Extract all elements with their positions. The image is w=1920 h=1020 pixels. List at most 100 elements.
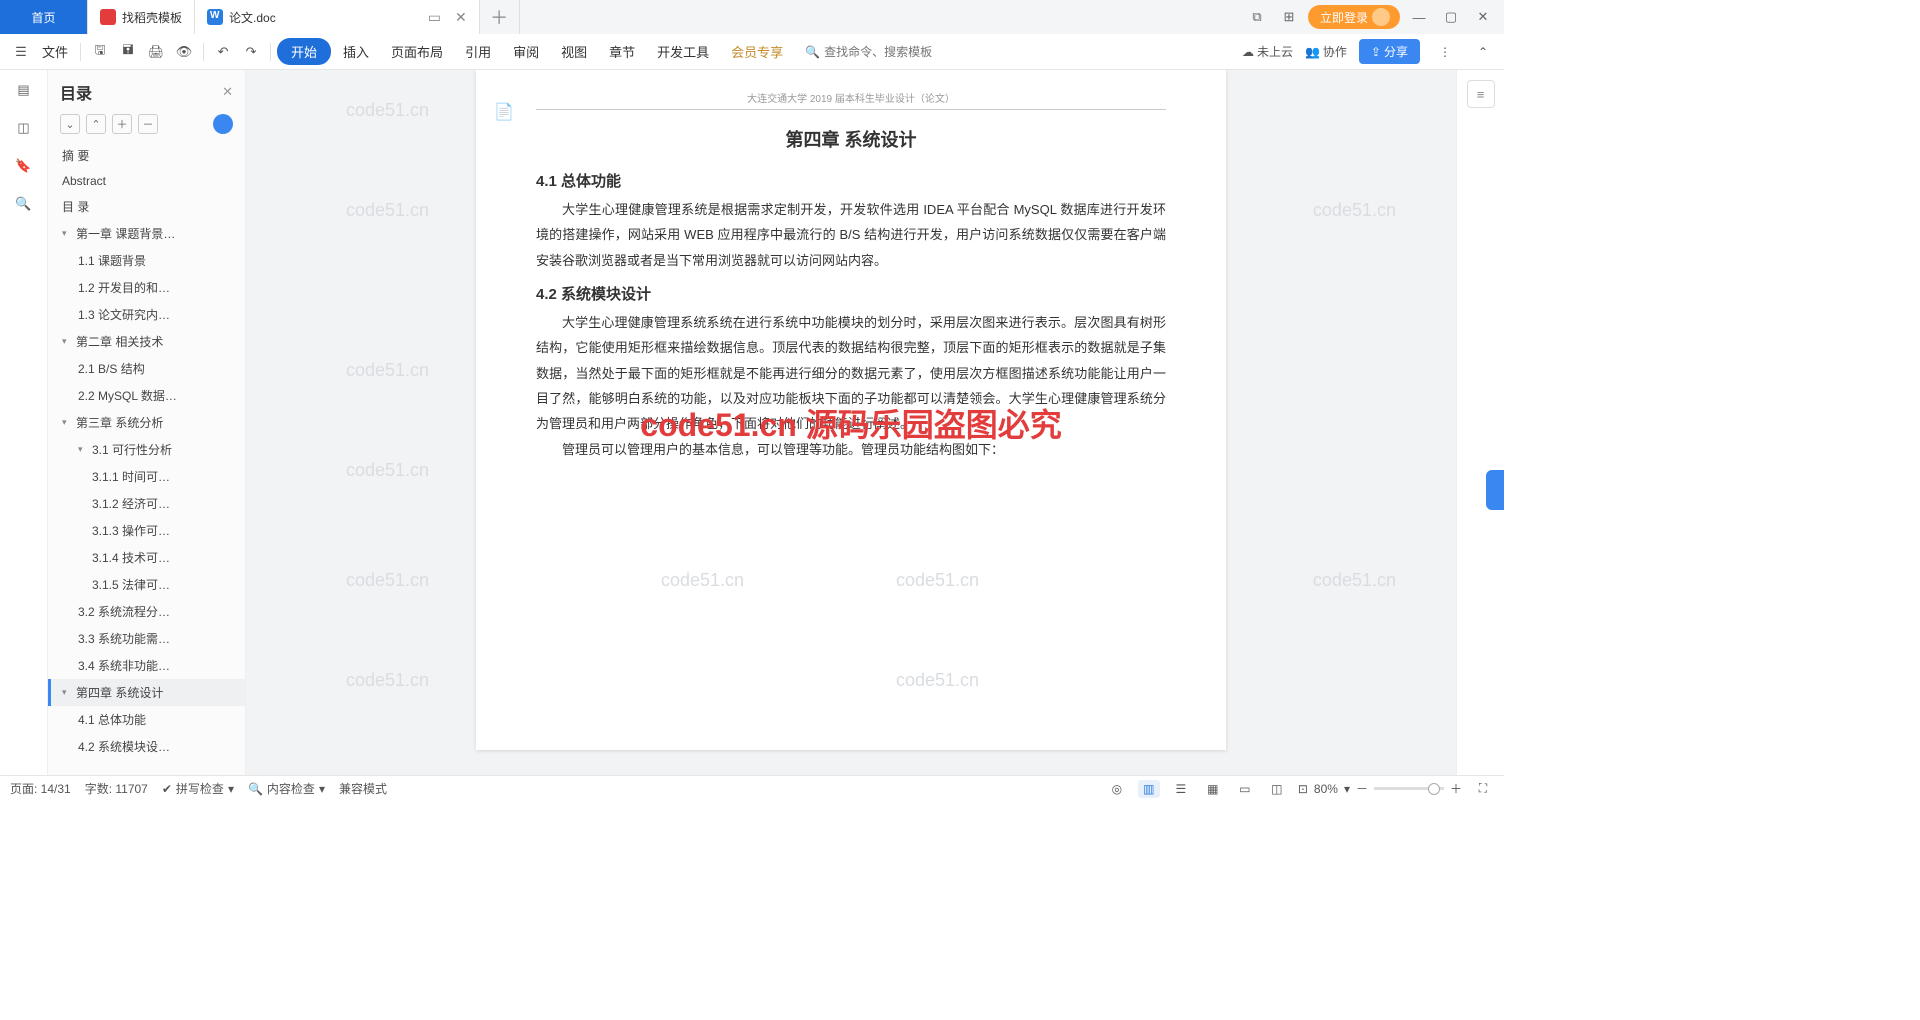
- menu-devtools[interactable]: 开发工具: [647, 38, 719, 65]
- saveas-icon[interactable]: 🖬: [115, 39, 141, 65]
- focus-mode-icon[interactable]: ◎: [1106, 780, 1128, 798]
- nav-rail-icon[interactable]: ◫: [14, 118, 34, 138]
- menu-layout[interactable]: 页面布局: [381, 38, 453, 65]
- word-count[interactable]: 字数: 11707: [85, 780, 148, 797]
- content-review[interactable]: 🔍内容检查▾: [248, 780, 325, 797]
- zoom-slider[interactable]: [1374, 787, 1444, 790]
- collapse-ribbon-icon[interactable]: ⌃: [1470, 39, 1496, 65]
- undo-icon[interactable]: ↶: [210, 39, 236, 65]
- toc-item[interactable]: 1.3 论文研究内…: [48, 301, 245, 328]
- layout-icon[interactable]: ⧉: [1244, 4, 1270, 30]
- remove-item-icon[interactable]: －: [138, 114, 158, 134]
- expand-all-icon[interactable]: ⌃: [86, 114, 106, 134]
- menu-vip[interactable]: 会员专享: [721, 38, 793, 65]
- cloud-status[interactable]: ☁未上云: [1242, 43, 1293, 60]
- menu-start[interactable]: 开始: [277, 38, 331, 65]
- toc-item[interactable]: 1.2 开发目的和…: [48, 274, 245, 301]
- outline-toolbar: ⌄ ⌃ ＋ －: [48, 110, 245, 142]
- read-view-icon[interactable]: ▭: [1234, 780, 1256, 798]
- tab-home[interactable]: 首页: [0, 0, 88, 34]
- bookmark-rail-icon[interactable]: 🔖: [14, 156, 34, 176]
- fullscreen-icon[interactable]: ⛶: [1472, 780, 1494, 798]
- zoom-fit-icon[interactable]: ⊡: [1298, 782, 1308, 796]
- toc-label: 3.1.1 时间可…: [92, 468, 170, 485]
- toc-item[interactable]: 3.1.5 法律可…: [48, 571, 245, 598]
- toc-item[interactable]: ▾第四章 系统设计: [48, 679, 245, 706]
- file-menu[interactable]: 文件: [36, 42, 74, 61]
- panel-toggle-icon[interactable]: ≡: [1467, 80, 1495, 108]
- save-icon[interactable]: 🖫: [87, 39, 113, 65]
- hamburger-icon[interactable]: ☰: [8, 39, 34, 65]
- preview-icon[interactable]: 👁: [171, 39, 197, 65]
- toc-item[interactable]: 3.1.1 时间可…: [48, 463, 245, 490]
- command-search[interactable]: 🔍: [805, 45, 944, 59]
- toc-item[interactable]: ▾第二章 相关技术: [48, 328, 245, 355]
- toc-label: 4.2 系统模块设…: [78, 738, 170, 755]
- toc-item[interactable]: ▾3.1 可行性分析: [48, 436, 245, 463]
- toc-label: 3.1 可行性分析: [92, 441, 172, 458]
- web-view-icon[interactable]: ▦: [1202, 780, 1224, 798]
- toc-item[interactable]: 摘 要: [48, 142, 245, 169]
- tab-document[interactable]: 论文.doc ▭ ✕: [195, 0, 480, 34]
- menu-chapter[interactable]: 章节: [599, 38, 645, 65]
- zoom-in-icon[interactable]: ＋: [1450, 780, 1462, 797]
- menu-reference[interactable]: 引用: [455, 38, 501, 65]
- outline-panel: 目录 ✕ ⌄ ⌃ ＋ － 摘 要Abstract目 录▾第一章 课题背景…1.1…: [48, 70, 246, 775]
- title-bar: 首页 找稻壳模板 论文.doc ▭ ✕ ＋ ⧉ ⊞ 立即登录 — ▢ ✕: [0, 0, 1504, 34]
- menu-review[interactable]: 审阅: [503, 38, 549, 65]
- document-area[interactable]: 📄 大连交通大学 2019 届本科生毕业设计（论文） 第四章 系统设计 4.1 …: [246, 70, 1456, 775]
- outline-view-icon[interactable]: ☰: [1170, 780, 1192, 798]
- maximize-icon[interactable]: ▢: [1438, 4, 1464, 30]
- tab-template[interactable]: 找稻壳模板: [88, 0, 195, 34]
- toc-item[interactable]: 3.3 系统功能需…: [48, 625, 245, 652]
- toc-item[interactable]: 3.4 系统非功能…: [48, 652, 245, 679]
- menu-insert[interactable]: 插入: [333, 38, 379, 65]
- page-indicator[interactable]: 页面: 14/31: [10, 780, 71, 797]
- print-icon[interactable]: 🖨: [143, 39, 169, 65]
- avatar-icon: [1372, 8, 1390, 26]
- toc-item[interactable]: 4.2 系统模块设…: [48, 733, 245, 760]
- login-button[interactable]: 立即登录: [1308, 5, 1400, 29]
- page-margin-icon[interactable]: 📄: [494, 102, 514, 122]
- compat-mode[interactable]: 兼容模式: [339, 780, 387, 797]
- close-icon[interactable]: ✕: [1470, 4, 1496, 30]
- redo-icon[interactable]: ↷: [238, 39, 264, 65]
- toc-item[interactable]: 2.1 B/S 结构: [48, 355, 245, 382]
- outline-close-icon[interactable]: ✕: [222, 84, 233, 100]
- spellcheck-toggle[interactable]: ✔拼写检查▾: [162, 780, 234, 797]
- toc-item[interactable]: 3.1.4 技术可…: [48, 544, 245, 571]
- toc-label: 3.3 系统功能需…: [78, 630, 170, 647]
- zoom-control[interactable]: ⊡ 80% ▾ － ＋: [1298, 780, 1462, 797]
- toc-item[interactable]: Abstract: [48, 169, 245, 193]
- chevron-down-icon[interactable]: ▾: [1344, 782, 1350, 796]
- toc-item[interactable]: 2.2 MySQL 数据…: [48, 382, 245, 409]
- collab-button[interactable]: 👥协作: [1305, 43, 1347, 60]
- feedback-tab[interactable]: [1486, 470, 1504, 510]
- more-icon[interactable]: ⋮: [1432, 39, 1458, 65]
- collapse-all-icon[interactable]: ⌄: [60, 114, 80, 134]
- find-rail-icon[interactable]: 🔍: [14, 194, 34, 214]
- tab-close-icon[interactable]: ✕: [455, 9, 467, 26]
- outline-rail-icon[interactable]: ▤: [14, 80, 34, 100]
- toc-item[interactable]: 3.1.3 操作可…: [48, 517, 245, 544]
- apps-icon[interactable]: ⊞: [1276, 4, 1302, 30]
- sync-icon[interactable]: [213, 114, 233, 134]
- toc-item[interactable]: 3.2 系统流程分…: [48, 598, 245, 625]
- toc-item[interactable]: 3.1.2 经济可…: [48, 490, 245, 517]
- zoom-out-icon[interactable]: －: [1356, 780, 1368, 797]
- chevron-down-icon: ▾: [319, 782, 325, 796]
- share-button[interactable]: ⇪分享: [1359, 39, 1420, 64]
- split-view-icon[interactable]: ◫: [1266, 780, 1288, 798]
- toc-item[interactable]: 1.1 课题背景: [48, 247, 245, 274]
- toc-item[interactable]: ▾第三章 系统分析: [48, 409, 245, 436]
- search-input[interactable]: [824, 45, 944, 59]
- tab-new[interactable]: ＋: [480, 0, 520, 34]
- toc-item[interactable]: 4.1 总体功能: [48, 706, 245, 733]
- menu-view[interactable]: 视图: [551, 38, 597, 65]
- tab-split-icon[interactable]: ▭: [428, 9, 441, 26]
- page-view-icon[interactable]: ▥: [1138, 780, 1160, 798]
- add-item-icon[interactable]: ＋: [112, 114, 132, 134]
- toc-item[interactable]: ▾第一章 课题背景…: [48, 220, 245, 247]
- minimize-icon[interactable]: —: [1406, 4, 1432, 30]
- toc-item[interactable]: 目 录: [48, 193, 245, 220]
